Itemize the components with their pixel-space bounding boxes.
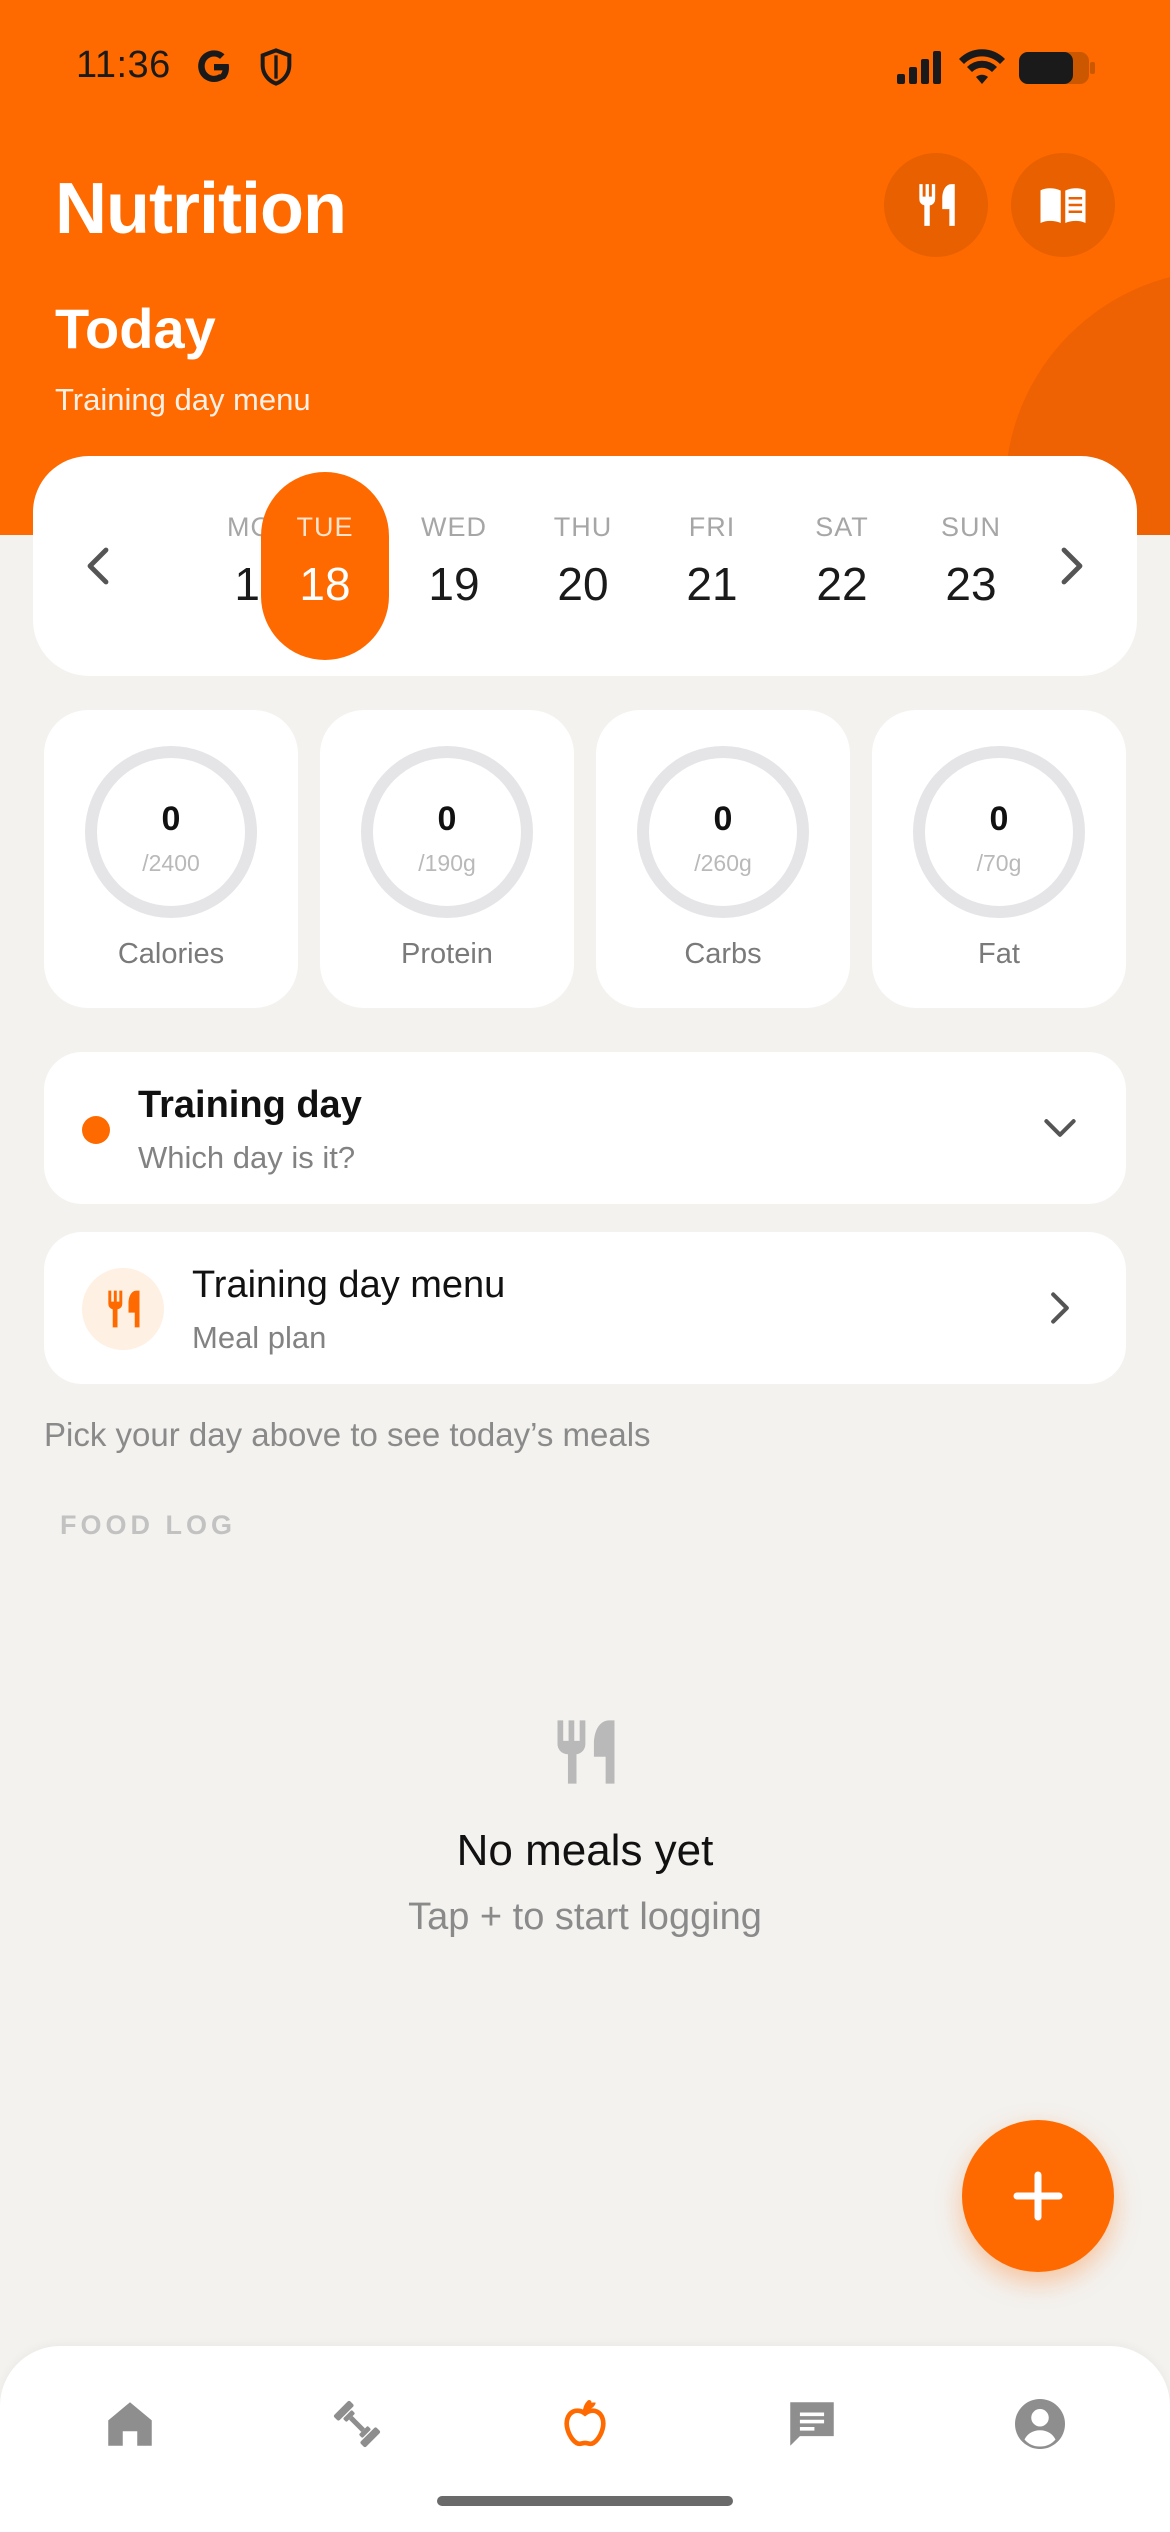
shield-icon [260,48,292,86]
chevron-down-icon [1038,1104,1082,1152]
tab-workouts[interactable] [311,2384,403,2464]
day-number: 19 [428,558,480,610]
day-friday[interactable]: FRI 21 [648,472,776,660]
nutrition-header: 11:36 Nutrition Today Training day menu [0,0,1170,535]
fat-goal: /70g [976,850,1022,876]
day-name: SAT [815,512,869,542]
fork-knife-icon [82,1268,164,1350]
day-type-subtitle: Which day is it? [138,1140,356,1175]
book-icon [1040,188,1086,223]
week-selector: MON 17 TUE 18 WED 19 THU 20 FRI 21 SAT 2… [33,456,1137,676]
signal-icon [897,51,941,84]
protein-card: 0 /190g Protein [320,710,574,1008]
day-wednesday[interactable]: WED 19 [390,472,518,660]
hint-text: Pick your day above to see today’s meals [44,1416,651,1453]
status-dot [82,1116,110,1144]
protein-goal: /190g [418,850,476,876]
day-number: 23 [945,558,997,610]
day-saturday[interactable]: SAT 22 [778,472,906,660]
recipe-book-button[interactable] [1011,153,1115,257]
day-number: 18 [299,558,351,610]
day-number: 20 [557,558,609,610]
protein-label: Protein [401,938,493,970]
chevron-right-icon [1061,547,1083,585]
fat-card: 0 /70g Fat [872,710,1126,1008]
day-name: THU [553,512,613,542]
protein-ring: 0 /190g [361,746,533,918]
calories-value: 0 [161,800,181,838]
day-type-selector[interactable]: Training day Which day is it? [44,1052,1126,1204]
day-type-title: Training day [138,1084,362,1126]
menu-title: Training day menu [192,1264,506,1306]
profile-icon [1015,2399,1065,2449]
home-icon [108,2402,152,2446]
page-title: Nutrition [55,169,347,249]
empty-title: No meals yet [456,1826,714,1875]
fat-label: Fat [978,938,1020,970]
dumbbell-icon [333,2400,381,2448]
apple-icon [564,2399,606,2447]
calories-goal: /2400 [142,850,200,876]
carbs-card: 0 /260g Carbs [596,710,850,1008]
fork-knife-icon [919,184,955,226]
day-name: TUE [296,512,354,542]
meal-plan-button[interactable] [884,153,988,257]
tab-home[interactable] [84,2384,176,2464]
day-title: Today [55,297,216,360]
day-number: 22 [816,558,868,610]
day-number: 21 [686,558,738,610]
chat-icon [790,2402,834,2446]
day-name: SUN [940,512,1001,542]
bottom-tab-bar [0,2346,1170,2532]
google-icon [198,50,229,82]
day-tuesday-selected[interactable]: TUE 18 [261,472,389,660]
calories-ring: 0 /2400 [85,746,257,918]
empty-subtitle: Tap + to start logging [408,1896,762,1938]
carbs-value: 0 [713,800,733,838]
day-thursday[interactable]: THU 20 [519,472,647,660]
protein-value: 0 [437,800,457,838]
fat-value: 0 [989,800,1009,838]
menu-subtitle: Meal plan [192,1320,327,1355]
status-bar: 11:36 [0,0,1170,140]
carbs-label: Carbs [684,938,762,970]
day-sunday[interactable]: SUN 23 [907,472,1035,660]
status-time: 11:36 [76,44,171,86]
home-indicator [437,2496,733,2506]
battery-icon [1019,52,1095,84]
day-subtitle: Training day menu [55,382,311,417]
plus-icon [1013,2171,1063,2221]
tab-nutrition[interactable] [539,2384,631,2464]
fork-knife-icon [557,1720,615,1784]
fat-ring: 0 /70g [913,746,1085,918]
tab-profile[interactable] [994,2384,1086,2464]
tab-messages[interactable] [766,2384,858,2464]
training-menu-card[interactable]: Training day menu Meal plan [44,1232,1126,1384]
wifi-icon [959,49,1005,84]
day-name: WED [421,512,487,542]
previous-week-button[interactable] [73,536,123,596]
carbs-ring: 0 /260g [637,746,809,918]
calories-label: Calories [117,938,225,970]
day-name: FRI [688,512,736,542]
add-meal-button[interactable] [962,2120,1114,2272]
food-log-label: FOOD LOG [60,1510,236,1540]
calories-card: 0 /2400 Calories [44,710,298,1008]
chevron-right-icon [1038,1284,1082,1332]
chevron-left-icon [87,547,109,585]
next-week-button[interactable] [1047,536,1097,596]
carbs-goal: /260g [694,850,752,876]
